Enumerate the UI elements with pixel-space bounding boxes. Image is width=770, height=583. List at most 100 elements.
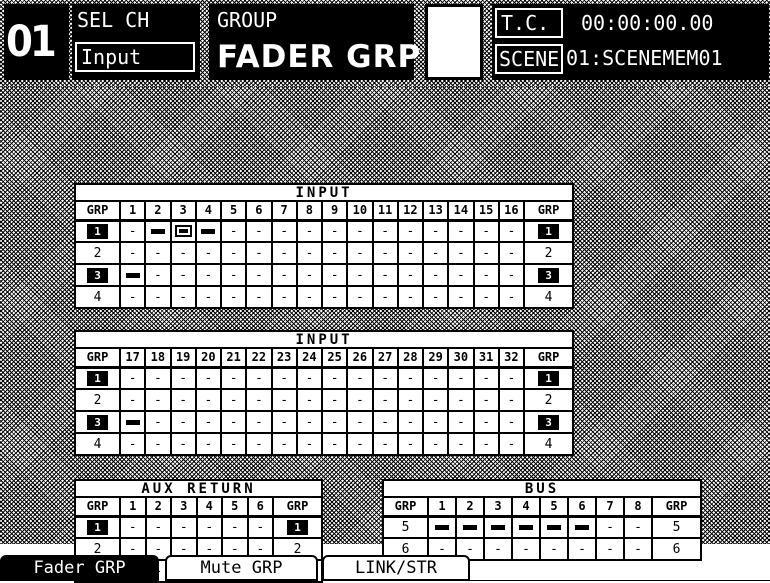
group-label-cell[interactable]: 1 xyxy=(522,218,575,243)
assign-cell[interactable]: - xyxy=(472,432,500,456)
assign-cell[interactable]: - xyxy=(447,218,475,243)
assign-cell[interactable]: - xyxy=(497,285,526,309)
assign-cell[interactable]: - xyxy=(144,432,172,456)
assign-cell[interactable]: - xyxy=(346,388,374,412)
assign-cell[interactable]: - xyxy=(421,241,450,265)
assign-cell[interactable] xyxy=(483,514,513,539)
assign-cell[interactable]: - xyxy=(219,410,248,434)
assign-cell[interactable]: - xyxy=(119,514,147,539)
assign-cell[interactable]: - xyxy=(497,241,526,265)
assign-cell[interactable]: - xyxy=(421,365,450,390)
assign-cell[interactable] xyxy=(118,410,147,434)
assign-cell[interactable]: - xyxy=(346,410,374,434)
assign-cell[interactable]: - xyxy=(396,432,425,456)
assign-cell[interactable]: - xyxy=(270,218,298,243)
assign-cell[interactable]: - xyxy=(219,365,248,390)
assign-cell[interactable]: - xyxy=(447,263,475,287)
group-label-cell[interactable]: 4 xyxy=(74,285,121,309)
assign-cell[interactable]: - xyxy=(295,285,324,309)
assign-cell[interactable]: - xyxy=(595,514,625,539)
assign-cell[interactable]: - xyxy=(270,241,298,265)
assign-cell[interactable]: - xyxy=(195,514,223,539)
assign-cell[interactable]: - xyxy=(169,263,197,287)
assign-cell[interactable]: - xyxy=(320,218,349,243)
assign-cell[interactable]: - xyxy=(472,263,500,287)
assign-cell[interactable]: - xyxy=(194,285,223,309)
assign-cell[interactable]: - xyxy=(194,365,223,390)
assign-cell[interactable]: - xyxy=(219,241,248,265)
assign-cell[interactable]: - xyxy=(270,432,298,456)
assign-cell[interactable]: - xyxy=(497,388,526,412)
assign-cell[interactable]: - xyxy=(346,365,374,390)
group-label-cell[interactable]: 4 xyxy=(74,432,121,456)
assign-cell[interactable]: - xyxy=(169,241,197,265)
assign-cell[interactable]: - xyxy=(194,432,223,456)
assign-cell[interactable]: - xyxy=(219,388,248,412)
assign-cell[interactable]: - xyxy=(447,365,475,390)
assign-cell[interactable]: - xyxy=(295,432,324,456)
assign-cell[interactable]: - xyxy=(497,263,526,287)
assign-cell[interactable]: - xyxy=(118,241,147,265)
assign-cell[interactable] xyxy=(567,514,597,539)
assign-cell[interactable]: - xyxy=(371,388,399,412)
assign-cell[interactable]: - xyxy=(320,432,349,456)
assign-cell[interactable]: - xyxy=(371,410,399,434)
assign-cell[interactable]: - xyxy=(421,388,450,412)
assign-cell[interactable]: - xyxy=(221,514,249,539)
assign-cell[interactable]: - xyxy=(472,241,500,265)
assign-cell[interactable]: - xyxy=(396,285,425,309)
assign-cell[interactable]: - xyxy=(245,241,273,265)
assign-cell[interactable]: - xyxy=(118,365,147,390)
assign-cell[interactable]: - xyxy=(118,388,147,412)
assign-cell[interactable]: - xyxy=(270,388,298,412)
assign-cell[interactable] xyxy=(118,263,147,287)
assign-cell[interactable]: - xyxy=(295,218,324,243)
assign-cell[interactable]: - xyxy=(194,410,223,434)
assign-cell[interactable]: - xyxy=(295,388,324,412)
assign-cell[interactable]: - xyxy=(447,388,475,412)
assign-cell[interactable]: - xyxy=(320,388,349,412)
assign-cell[interactable]: - xyxy=(472,388,500,412)
assign-cell[interactable]: - xyxy=(472,218,500,243)
assign-cell[interactable]: - xyxy=(144,285,172,309)
assign-cell[interactable]: - xyxy=(246,514,274,539)
group-label-cell[interactable]: 2 xyxy=(74,241,121,265)
assign-cell[interactable]: - xyxy=(346,432,374,456)
assign-cell[interactable]: - xyxy=(497,365,526,390)
group-label-cell[interactable]: 4 xyxy=(522,285,575,309)
group-label-cell[interactable]: 5 xyxy=(650,514,703,539)
assign-cell[interactable]: - xyxy=(144,388,172,412)
assign-cell[interactable]: - xyxy=(295,241,324,265)
assign-cell[interactable]: - xyxy=(421,285,450,309)
assign-cell[interactable]: - xyxy=(245,218,273,243)
group-label-cell[interactable]: 4 xyxy=(522,432,575,456)
assign-cell[interactable]: - xyxy=(346,241,374,265)
assign-cell[interactable]: - xyxy=(447,432,475,456)
assign-cell[interactable]: - xyxy=(421,218,450,243)
group-label-cell[interactable]: 1 xyxy=(271,514,324,539)
group-label-cell[interactable]: 3 xyxy=(74,410,121,434)
assign-cell[interactable]: - xyxy=(194,388,223,412)
assign-cell[interactable]: - xyxy=(497,410,526,434)
assign-cell[interactable]: - xyxy=(421,263,450,287)
assign-cell[interactable]: - xyxy=(194,241,223,265)
assign-cell[interactable]: - xyxy=(346,285,374,309)
assign-cell[interactable]: - xyxy=(371,263,399,287)
group-label-cell[interactable]: 2 xyxy=(522,388,575,412)
assign-cell[interactable]: - xyxy=(371,241,399,265)
assign-cell[interactable]: - xyxy=(169,410,197,434)
assign-cell[interactable]: - xyxy=(245,285,273,309)
assign-cell[interactable]: - xyxy=(320,241,349,265)
assign-cell[interactable]: - xyxy=(421,410,450,434)
assign-cell[interactable]: - xyxy=(447,410,475,434)
assign-cell[interactable]: - xyxy=(320,365,349,390)
tab-fader-grp[interactable]: Fader GRP xyxy=(0,555,159,581)
assign-cell[interactable]: - xyxy=(472,285,500,309)
assign-cell[interactable]: - xyxy=(245,410,273,434)
assign-cell[interactable]: - xyxy=(371,218,399,243)
assign-cell[interactable] xyxy=(455,514,485,539)
assign-cell[interactable]: - xyxy=(219,285,248,309)
assign-cell[interactable]: - xyxy=(371,432,399,456)
assign-cell[interactable]: - xyxy=(295,365,324,390)
assign-cell[interactable]: - xyxy=(169,388,197,412)
